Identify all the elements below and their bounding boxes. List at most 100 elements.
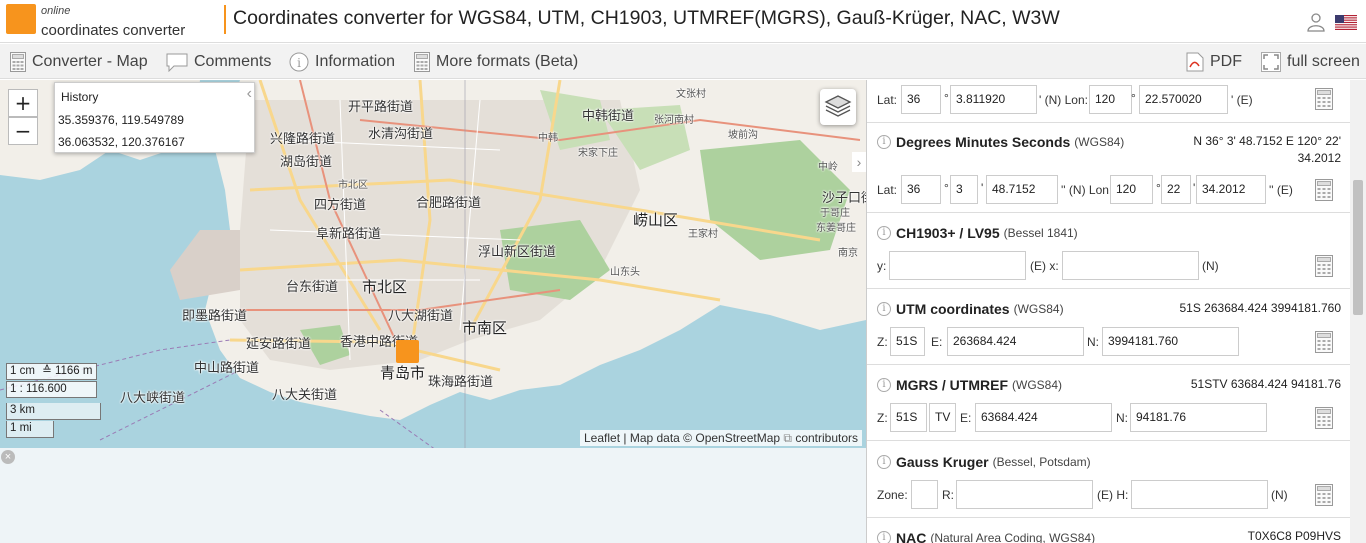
r-label: R:	[942, 488, 954, 502]
dms-lon-deg-input[interactable]: 120	[1110, 175, 1153, 204]
scale-ratio: 1 : 116.600	[6, 381, 97, 398]
map-label: 合肥路街道	[416, 195, 482, 210]
lat-min-input[interactable]: 3.811920	[950, 85, 1037, 114]
nav-information-label: Information	[315, 52, 396, 70]
nav-full-screen[interactable]: full screen	[1261, 44, 1360, 79]
nav-full-screen-label: full screen	[1287, 52, 1360, 70]
e-x-label: (E) x:	[1030, 259, 1059, 273]
pdf-icon	[1186, 52, 1204, 71]
map-label: 市北区	[362, 279, 408, 296]
dms-lon-sec-input[interactable]: 34.2012	[1196, 175, 1266, 204]
scrollbar-thumb[interactable]	[1353, 180, 1363, 315]
logo-name[interactable]: coordinates converter	[41, 22, 185, 39]
nav-more-formats-label: More formats (Beta)	[436, 52, 579, 70]
info-icon[interactable]: i	[877, 135, 891, 149]
external-link-icon: ⧉	[783, 431, 796, 445]
history-item[interactable]: 35.359376, 119.549789	[58, 113, 184, 127]
calculator-icon[interactable]	[1315, 179, 1333, 201]
info-icon[interactable]: i	[877, 226, 891, 240]
header: online coordinates converter Coordinates…	[0, 0, 1366, 43]
lon-min-input[interactable]: 22.570020	[1139, 85, 1228, 114]
map-label: 坡前沟	[728, 130, 758, 141]
lat-sec-unit: '' (N) Lon:	[1061, 183, 1113, 197]
map-label: 崂山区	[633, 212, 679, 229]
gk-zone-input[interactable]	[911, 480, 938, 509]
map-label: 即墨路街道	[182, 308, 248, 323]
min-symbol: '	[981, 181, 984, 195]
utm-easting-input[interactable]: 263684.424	[947, 327, 1084, 356]
dms-lat-deg-input[interactable]: 36	[901, 175, 941, 204]
map-label: 南京	[838, 248, 858, 259]
dms-lat-sec-input[interactable]: 48.7152	[986, 175, 1058, 204]
map-view[interactable]: 开平路街道 兴隆路街道 水清沟街道 湖岛街道 市北区 四方街道 合肥路街道 阜新…	[0, 80, 866, 543]
calculator-icon[interactable]	[1315, 255, 1333, 277]
utm-zone-input[interactable]: 51S	[890, 327, 925, 356]
calculator-icon[interactable]	[1315, 88, 1333, 110]
chevron-right-icon[interactable]: ›	[852, 152, 866, 172]
dms-lon-min-input[interactable]: 22	[1161, 175, 1191, 204]
utm-title: i UTM coordinates (WGS84)	[877, 301, 1064, 317]
section-mgrs: i MGRS / UTMREF (WGS84) 51STV 63684.424 …	[867, 365, 1350, 441]
mgrs-square-input[interactable]: TV	[929, 403, 956, 432]
dms-lat-min-input[interactable]: 3	[950, 175, 978, 204]
mgrs-easting-input[interactable]: 63684.424	[975, 403, 1112, 432]
collapse-icon[interactable]: ‹	[247, 85, 252, 103]
map-label: 市北区	[338, 180, 368, 191]
us-flag-icon[interactable]	[1335, 15, 1357, 30]
section-dms: i Degrees Minutes Seconds (WGS84) N 36° …	[867, 123, 1350, 213]
utm-value: 51S 263684.424 3994181.760	[1179, 301, 1342, 315]
layers-button[interactable]	[820, 89, 856, 125]
ch1903-x-input[interactable]	[1062, 251, 1199, 280]
utm-northing-input[interactable]: 3994181.760	[1102, 327, 1239, 356]
mgrs-zone-input[interactable]: 51S	[890, 403, 927, 432]
nav-information[interactable]: i Information	[289, 44, 395, 79]
gk-h-input[interactable]	[1131, 480, 1268, 509]
svg-text:i: i	[297, 56, 301, 70]
history-item[interactable]: 36.063532, 120.376167	[58, 135, 185, 149]
lat-deg-input[interactable]: 36	[901, 85, 941, 114]
map-label: 珠海路街道	[428, 374, 494, 389]
info-icon[interactable]: i	[877, 455, 891, 469]
section-ch1903: i CH1903+ / LV95 (Bessel 1841) y: (E) x:…	[867, 213, 1350, 289]
mgrs-title-text: MGRS / UTMREF	[896, 377, 1008, 393]
lon-deg-input[interactable]: 120	[1089, 85, 1132, 114]
map-label: 开平路街道	[348, 99, 414, 114]
dms-title-text: Degrees Minutes Seconds	[896, 134, 1071, 150]
scale-cm: 1 cm ≙ 1166 m	[6, 363, 97, 380]
user-icon[interactable]	[1306, 12, 1326, 32]
dms-title: i Degrees Minutes Seconds (WGS84)	[877, 134, 1124, 150]
calculator-icon[interactable]	[1315, 407, 1333, 429]
calculator-icon[interactable]	[1315, 484, 1333, 506]
ch1903-y-input[interactable]	[889, 251, 1026, 280]
nav-pdf-label: PDF	[1210, 52, 1242, 70]
contributors-link[interactable]: contributors	[795, 431, 858, 445]
location-marker[interactable]	[396, 340, 419, 363]
gk-subtitle: (Bessel, Potsdam)	[992, 455, 1091, 469]
info-icon: i	[289, 52, 309, 71]
leaflet-link[interactable]: Leaflet	[584, 431, 620, 445]
map-label: 宋家下庄	[578, 148, 618, 159]
zoom-in-button[interactable]: +	[8, 89, 38, 117]
info-icon[interactable]: i	[877, 378, 891, 392]
nav-pdf[interactable]: PDF	[1186, 44, 1242, 79]
panel-scrollbar[interactable]	[1350, 80, 1366, 543]
lon-min-unit: ' (E)	[1231, 93, 1253, 107]
info-icon[interactable]: i	[877, 531, 891, 543]
close-icon[interactable]: ×	[1, 450, 15, 464]
min-symbol: '	[1193, 181, 1196, 195]
nav-converter-map[interactable]: Converter - Map	[10, 44, 148, 79]
e-h-label: (E) H:	[1097, 488, 1129, 502]
zone-label: Zone:	[877, 488, 908, 502]
info-icon[interactable]: i	[877, 302, 891, 316]
mgrs-northing-input[interactable]: 94181.76	[1130, 403, 1267, 432]
map-label: 中岭	[818, 162, 838, 173]
scale-mi: 1 mi	[6, 421, 54, 438]
nav-comments[interactable]: Comments	[166, 44, 271, 79]
logo-icon[interactable]	[6, 4, 36, 34]
calculator-icon[interactable]	[1315, 331, 1333, 353]
zoom-out-button[interactable]: −	[8, 117, 38, 145]
nac-title-text: NAC	[896, 530, 927, 543]
nav-more-formats[interactable]: More formats (Beta)	[414, 44, 578, 79]
comment-icon	[166, 53, 188, 72]
gk-r-input[interactable]	[956, 480, 1093, 509]
